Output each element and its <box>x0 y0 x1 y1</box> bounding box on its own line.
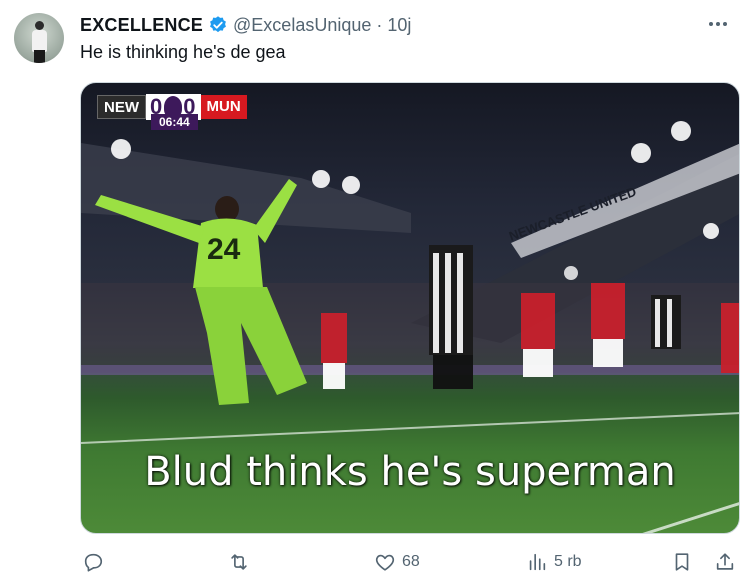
verified-badge-icon <box>210 16 226 33</box>
share-icon <box>716 553 734 570</box>
keeper-number: 24 <box>207 233 241 266</box>
timestamp[interactable]: 10j <box>387 15 411 36</box>
tweet-text: He is thinking he's de gea <box>80 42 286 62</box>
reply-icon <box>84 553 103 572</box>
views-icon <box>529 553 546 571</box>
match-clock: 06:44 <box>151 114 198 130</box>
user-handle[interactable]: @ExcelasUnique <box>233 15 371 36</box>
retweet-icon <box>231 554 247 570</box>
tweet-media-image[interactable]: NEWCASTLE UNITED 24 NEW 0 0 MUN 06:44 Bl… <box>80 82 740 534</box>
reply-button[interactable] <box>82 548 104 576</box>
like-count: 68 <box>402 553 420 570</box>
heart-icon <box>375 554 395 571</box>
avatar-figure <box>35 21 44 30</box>
tweet-header: EXCELLENCE @ExcelasUnique · 10j <box>80 14 411 36</box>
meme-caption: Blud thinks he's superman <box>144 449 676 495</box>
separator-dot: · <box>376 14 383 35</box>
away-team: MUN <box>200 95 247 119</box>
views-count: 5 rb <box>554 553 582 570</box>
more-options-icon[interactable] <box>706 14 730 34</box>
tweet-actions: 68 5 rb <box>80 548 740 576</box>
like-button[interactable]: 68 <box>374 548 420 576</box>
home-team: NEW <box>97 95 146 119</box>
share-button[interactable] <box>714 548 736 576</box>
display-name[interactable]: EXCELLENCE <box>80 15 203 36</box>
avatar[interactable] <box>14 13 64 63</box>
bookmark-icon <box>675 553 689 571</box>
bookmark-button[interactable] <box>671 548 693 576</box>
views-button[interactable]: 5 rb <box>526 548 582 576</box>
retweet-button[interactable] <box>228 548 250 576</box>
